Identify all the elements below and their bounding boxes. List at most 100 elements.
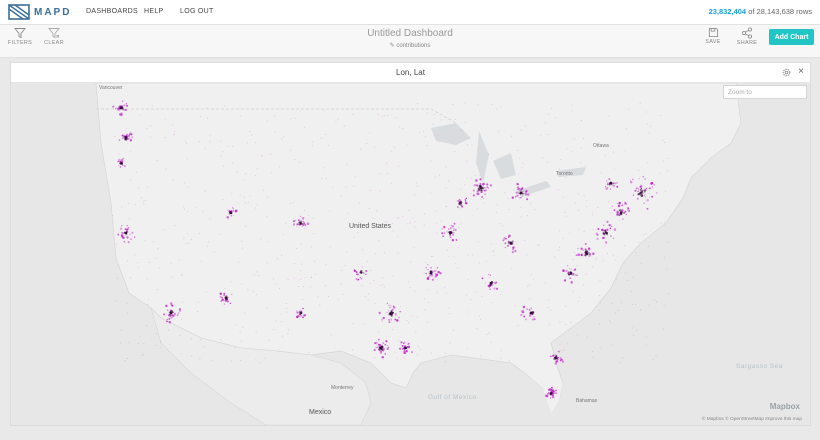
map-point (303, 126, 305, 128)
map-point (386, 162, 388, 164)
map-point (534, 208, 536, 210)
map-point (247, 201, 249, 203)
map-point (415, 330, 417, 332)
map-point (368, 208, 370, 210)
map-point (599, 310, 600, 311)
map-point (492, 250, 494, 252)
map-point (599, 347, 601, 349)
map-point (303, 314, 306, 317)
zoom-to-input[interactable] (723, 85, 807, 99)
mapbox-logo[interactable]: Mapbox (770, 402, 800, 411)
map-point (478, 188, 481, 192)
map-point (417, 103, 419, 104)
map-point (190, 355, 192, 357)
map-attribution[interactable]: © Mapbox © OpenStreetMap Improve this ma… (702, 417, 802, 422)
map-point (425, 272, 427, 275)
map-point (157, 247, 159, 249)
map-point (321, 177, 322, 179)
save-label: SAVE (705, 39, 721, 45)
chart-title[interactable]: Lon, Lat (11, 63, 810, 82)
map-point (447, 228, 450, 230)
map-point (118, 153, 120, 155)
map-point (408, 222, 410, 224)
map-point (486, 186, 489, 188)
map-point (150, 136, 151, 138)
map-point (355, 271, 358, 274)
clear-filters-button[interactable]: CLEAR (38, 27, 70, 55)
map-point (666, 170, 668, 172)
map-point (483, 189, 486, 192)
map-point (500, 357, 502, 359)
map-point (507, 241, 509, 243)
map-point (232, 208, 234, 210)
map-point (300, 310, 303, 313)
map-point (190, 338, 192, 340)
map-point (453, 222, 456, 225)
label-united-states: United States (349, 223, 392, 230)
map-point (230, 281, 232, 283)
map-canvas[interactable]: United States Mexico Gulf of Mexico Sarg… (11, 83, 810, 425)
nav-dashboards[interactable]: DASHBOARDS (86, 0, 138, 24)
map-point (426, 321, 428, 323)
map-point (488, 332, 490, 334)
map-point (573, 138, 575, 140)
map-point (588, 254, 591, 258)
map-point (273, 329, 275, 330)
close-icon[interactable]: × (798, 65, 804, 79)
map-point (383, 286, 385, 288)
map-point (562, 237, 564, 239)
map-point (522, 305, 526, 309)
map-point (381, 115, 383, 117)
map-point (240, 359, 242, 361)
add-chart-button[interactable]: Add Chart (769, 29, 814, 45)
map-point (521, 191, 524, 193)
map-point (181, 301, 183, 303)
nav-logout[interactable]: LOG OUT (180, 0, 214, 24)
map-point (611, 344, 613, 346)
map-point (643, 233, 644, 235)
filters-button[interactable]: FILTERS (4, 27, 36, 55)
app-logo[interactable]: MAPD (8, 3, 78, 21)
map-point (155, 333, 157, 335)
map-point (591, 211, 593, 213)
map-point (571, 104, 573, 106)
map-point (303, 286, 304, 287)
map-point (645, 111, 647, 113)
map-point (410, 221, 411, 223)
map-point (547, 182, 549, 184)
map-point (285, 303, 287, 304)
nav-help[interactable]: HELP (144, 0, 164, 24)
map-point (398, 316, 400, 319)
map-point (607, 182, 609, 184)
map-point (389, 306, 391, 309)
save-button[interactable]: SAVE (697, 27, 729, 55)
map-point (392, 304, 394, 307)
map-point (495, 281, 497, 283)
map-point (406, 349, 408, 351)
share-button[interactable]: SHARE (731, 27, 763, 55)
map-point (549, 324, 551, 326)
map-point (137, 342, 139, 344)
map-point (448, 307, 450, 309)
map-point (270, 172, 272, 174)
map-point (526, 215, 528, 217)
map-point (391, 222, 393, 224)
map-point (554, 391, 556, 394)
map-point (554, 256, 556, 258)
gear-icon[interactable] (781, 67, 792, 78)
map-point (122, 232, 124, 234)
map-point (314, 260, 316, 262)
map-point (436, 266, 439, 269)
map-point (242, 247, 244, 249)
dashboard-source[interactable]: ✎ contributions (310, 42, 510, 49)
map-point (445, 206, 447, 208)
map-point (385, 340, 387, 342)
map-point (241, 240, 242, 242)
map-point (483, 198, 485, 200)
dashboard-title[interactable]: Untitled Dashboard (310, 28, 510, 39)
map-point (454, 263, 456, 265)
map-point (239, 331, 241, 333)
map-point (481, 277, 484, 280)
map-point (268, 340, 270, 342)
map-point (395, 117, 397, 119)
